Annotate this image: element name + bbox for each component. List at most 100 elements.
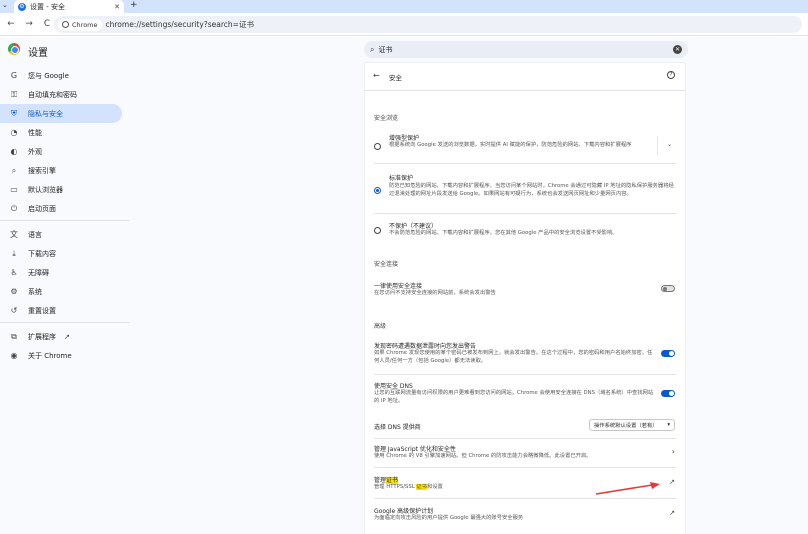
- radio-enhanced-protection[interactable]: [374, 143, 381, 150]
- search-value[interactable]: 证书: [378, 45, 392, 55]
- search-highlight: 证书: [416, 484, 427, 490]
- dns-provider-select[interactable]: 操作系统默认设置（若有） ▾: [589, 419, 675, 431]
- divider: [374, 163, 676, 164]
- sidebar-item-reset[interactable]: ↺ 重置设置: [0, 301, 122, 320]
- sidebar-item-label: 外观: [28, 147, 42, 156]
- reload-button[interactable]: C: [40, 19, 54, 29]
- sidebar-divider: [0, 220, 130, 221]
- always-secure-desc: 在您访问不支持安全连接的网站前，系统会发出警告: [374, 290, 496, 296]
- standard-title: 标准保护: [389, 175, 414, 182]
- sidebar-item-extensions[interactable]: ⧉ 扩展程序 ↗: [0, 327, 122, 346]
- chevron-right-icon[interactable]: ›: [672, 447, 675, 456]
- card-title: 安全: [389, 74, 402, 82]
- js-optimize-desc: 使用 Chrome 的 V8 引擎加速网站。但 Chrome 的防攻击能力会略微…: [374, 453, 592, 459]
- radio-no-protection[interactable]: [374, 227, 381, 234]
- address-bar[interactable]: Chrome chrome://settings/security?search…: [54, 16, 802, 33]
- sidebar-item-appearance[interactable]: ◐ 外观: [0, 142, 122, 161]
- sidebar-item-label: 重置设置: [28, 306, 56, 315]
- divider: [374, 498, 676, 499]
- wrench-icon: ⚙: [10, 287, 18, 296]
- standard-desc: 防范已知危险的网站、下载内容和扩展程序。当您访问某个网站时，Chrome 会通过…: [389, 183, 674, 197]
- accessibility-icon: ♿: [10, 268, 18, 277]
- search-icon: ⌕: [370, 44, 375, 54]
- key-icon: ⚿: [10, 89, 18, 99]
- manage-certs-title[interactable]: 管理证书: [374, 475, 399, 484]
- settings-gear-icon: ⚙: [18, 2, 26, 11]
- external-link-icon[interactable]: ↗: [669, 509, 675, 517]
- external-link-icon[interactable]: ↗: [669, 478, 675, 486]
- js-optimize-title[interactable]: 管理 JavaScript 优化和安全性: [374, 444, 456, 453]
- settings-sidebar: G 您与 Google ⚿ 自动填充和密码 ⛨ 隐私与安全 ◔ 性能 ◐ 外观 ⌕ 搜索引擎…: [0, 63, 130, 534]
- password-leak-title: 发现密码遭遇数据泄露时向您发出警告: [374, 343, 477, 350]
- chip-label: Chrome: [72, 20, 98, 29]
- sidebar-item-label: 无障碍: [28, 268, 49, 277]
- dns-provider-label: 选择 DNS 提供商: [374, 424, 421, 431]
- annotation-arrow: [595, 482, 660, 495]
- always-secure-title: 一律使用安全连接: [374, 283, 423, 290]
- puzzle-icon: ⧉: [11, 331, 17, 341]
- settings-search-input[interactable]: ⌕ 证书 ✕: [364, 41, 688, 58]
- translate-icon: 文: [10, 230, 18, 239]
- divider: [374, 374, 676, 375]
- noprotect-desc: 不会防范危险的网站、下载内容和扩展程序。您在其他 Google 产品中的安全浏览…: [389, 230, 618, 236]
- sidebar-item-on-startup[interactable]: ⏻ 启动页面: [0, 199, 122, 218]
- page-title: 设置: [28, 48, 48, 59]
- sidebar-item-label: 您与 Google: [28, 71, 69, 80]
- sidebar-item-label: 启动页面: [28, 204, 56, 213]
- sidebar-item-downloads[interactable]: ⤓ 下载内容: [0, 244, 122, 263]
- sidebar-item-accessibility[interactable]: ♿ 无障碍: [0, 263, 122, 282]
- sidebar-item-label: 语言: [28, 230, 42, 239]
- chevron-down-icon[interactable]: ⌄: [667, 141, 672, 148]
- tab-strip: ⌄ ⚙ 设置 - 安全 ✕ +: [0, 0, 808, 13]
- sidebar-item-system[interactable]: ⚙ 系统: [0, 282, 122, 301]
- tab-close-icon[interactable]: ✕: [114, 3, 120, 11]
- url-text[interactable]: chrome://settings/security?search=证书: [106, 19, 254, 30]
- advanced-protection-title[interactable]: Google 高级保护计划: [374, 506, 433, 515]
- divider: [374, 438, 676, 439]
- chevron-down-icon: ▾: [667, 422, 670, 428]
- help-icon[interactable]: ?: [667, 71, 675, 79]
- search-icon: ⌕: [11, 165, 17, 175]
- section-safe-browsing: 安全浏览: [374, 115, 399, 122]
- sidebar-item-label: 自动填充和密码: [28, 90, 77, 99]
- sidebar-item-label: 性能: [28, 128, 42, 137]
- section-advanced: 高级: [374, 323, 387, 330]
- sidebar-item-privacy[interactable]: ⛨ 隐私与安全: [0, 104, 122, 123]
- google-icon: G: [10, 71, 18, 80]
- browser-window-icon: ▭: [10, 185, 18, 194]
- manage-certs-desc-suffix: 和设置: [426, 484, 443, 490]
- divider: [657, 137, 658, 155]
- clear-search-icon[interactable]: ✕: [673, 45, 682, 54]
- sidebar-item-autofill[interactable]: ⚿ 自动填充和密码: [0, 85, 122, 104]
- secure-dns-toggle[interactable]: [661, 390, 675, 397]
- chrome-icon: ◉: [10, 351, 18, 360]
- site-info-chip[interactable]: Chrome: [58, 18, 102, 31]
- divider: [374, 213, 676, 214]
- sidebar-item-search-engine[interactable]: ⌕ 搜索引擎: [0, 161, 122, 180]
- new-tab-button[interactable]: +: [130, 0, 138, 10]
- sidebar-item-you-and-google[interactable]: G 您与 Google: [0, 66, 122, 85]
- chrome-logo-icon: [8, 43, 20, 55]
- manage-certs-desc-prefix: 管理 HTTPS/SSL: [374, 484, 417, 490]
- advanced-protection-desc: 为面临定向攻击风险的用户提供 Google 最强大的账号安全服务: [374, 515, 524, 521]
- sidebar-item-default-browser[interactable]: ▭ 默认浏览器: [0, 180, 122, 199]
- sidebar-item-languages[interactable]: 文 语言: [0, 225, 122, 244]
- sidebar-item-performance[interactable]: ◔ 性能: [0, 123, 122, 142]
- forward-button[interactable]: →: [22, 19, 36, 29]
- security-settings-card: ← 安全 ? 安全浏览 增强型保护 根据系统向 Google 发送的浏览数据，实…: [365, 63, 685, 534]
- back-arrow-icon[interactable]: ←: [373, 71, 380, 80]
- always-secure-toggle[interactable]: [661, 285, 675, 292]
- tab-search-chevron-icon[interactable]: ⌄: [2, 1, 8, 9]
- radio-standard-protection[interactable]: [374, 187, 381, 194]
- power-icon: ⏻: [10, 203, 18, 213]
- back-button[interactable]: ←: [4, 19, 18, 29]
- sidebar-item-label: 隐私与安全: [28, 109, 63, 118]
- secure-dns-title: 使用安全 DNS: [374, 383, 413, 390]
- noprotect-title: 不保护（不建议）: [389, 223, 438, 230]
- sidebar-item-label: 关于 Chrome: [28, 351, 72, 360]
- shield-icon: ⛨: [11, 108, 17, 118]
- tab-settings-security[interactable]: ⚙ 设置 - 安全 ✕: [14, 0, 124, 13]
- divider: [365, 90, 685, 91]
- sidebar-item-about[interactable]: ◉ 关于 Chrome: [0, 346, 122, 365]
- password-leak-toggle[interactable]: [661, 350, 675, 357]
